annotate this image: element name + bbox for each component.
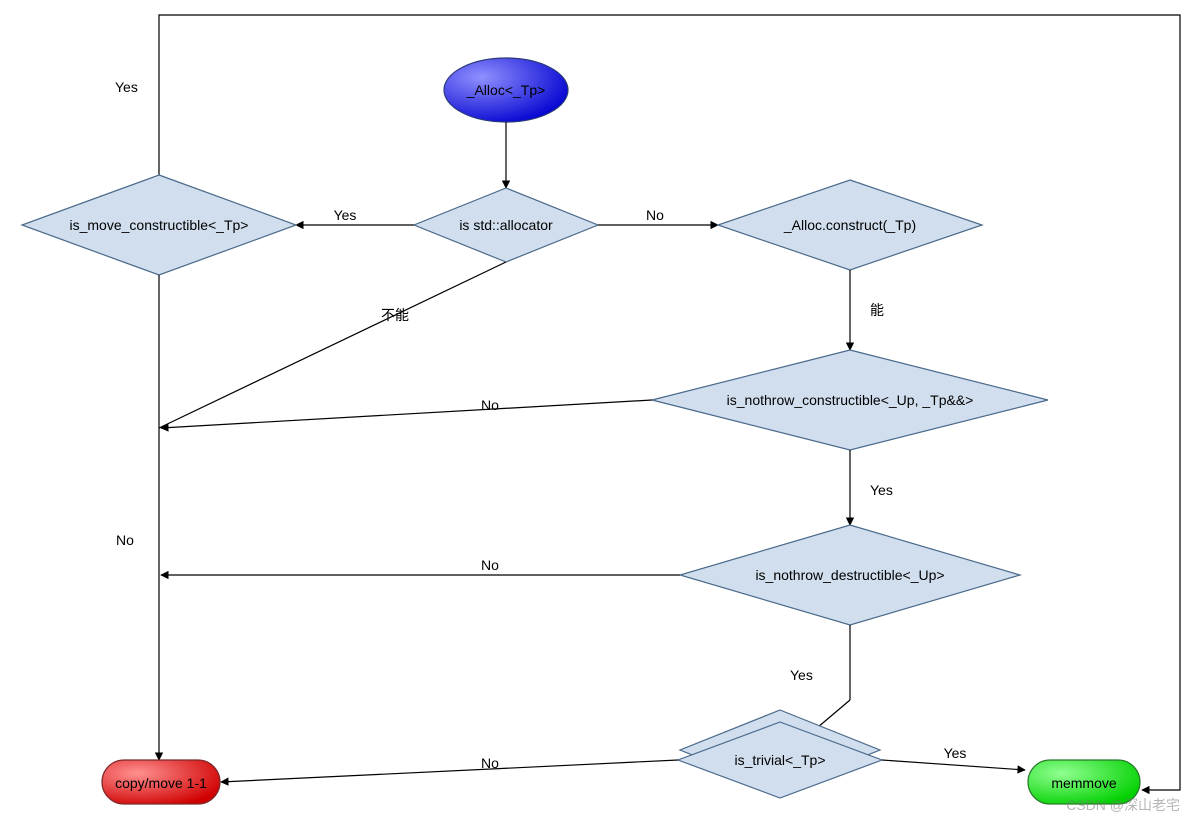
- node-memmove-label: memmove: [1051, 775, 1117, 791]
- edge-nothrow-ctor-no: [161, 400, 652, 428]
- node-nothrow-constructible: is_nothrow_constructible<_Up, _Tp&&>: [652, 350, 1048, 450]
- edge-label-isstd-no: No: [646, 207, 664, 223]
- node-alloc-construct-label: _Alloc.construct(_Tp): [783, 217, 916, 233]
- edge-label-is-trivial-yes: Yes: [944, 745, 967, 761]
- node-nothrow-dtor-label: is_nothrow_destructible<_Up>: [755, 567, 944, 583]
- node-copymove: copy/move 1-1: [102, 760, 220, 804]
- node-is-std-label: is std::allocator: [459, 217, 553, 233]
- edge-label-is-move-no: No: [116, 532, 134, 548]
- node-is-trivial-label: is_trivial<_Tp>: [734, 752, 825, 768]
- node-is-move-constructible: is_move_constructible<_Tp>: [22, 175, 296, 275]
- watermark: CSDN @深山老宅: [1066, 797, 1180, 813]
- edge-label-is-move-yes: Yes: [115, 79, 138, 95]
- edge-label-nothrow-ctor-no: No: [481, 397, 499, 413]
- node-alloc-construct: _Alloc.construct(_Tp): [718, 180, 982, 270]
- edge-label-nothrow-dtor-yes: Yes: [790, 667, 813, 683]
- node-is-trivial-2: is_trivial<_Tp>: [678, 722, 882, 798]
- node-nothrow-destructible: is_nothrow_destructible<_Up>: [680, 525, 1020, 625]
- edge-label-nothrow-ctor-yes: Yes: [870, 482, 893, 498]
- node-is-std-allocator: is std::allocator: [414, 188, 598, 262]
- edge-label-alloc-cannot: 不能: [381, 307, 409, 323]
- edge-is-trivial-yes: [882, 760, 1025, 770]
- edge-label-is-trivial-no: No: [481, 755, 499, 771]
- edge-is-trivial-no: [221, 760, 678, 782]
- edge-label-isstd-yes: Yes: [334, 207, 357, 223]
- node-start-label: _Alloc<_Tp>: [466, 82, 546, 98]
- edge-alloc-cannot: [159, 262, 506, 428]
- flowchart: Yes _Alloc<_Tp> is std::allocator Yes is…: [0, 0, 1188, 815]
- node-copymove-label: copy/move 1-1: [115, 775, 207, 791]
- node-nothrow-ctor-label: is_nothrow_constructible<_Up, _Tp&&>: [727, 392, 974, 408]
- node-is-move-label: is_move_constructible<_Tp>: [70, 217, 249, 233]
- edge-label-nothrow-dtor-no: No: [481, 557, 499, 573]
- edge-label-alloc-can: 能: [870, 302, 884, 318]
